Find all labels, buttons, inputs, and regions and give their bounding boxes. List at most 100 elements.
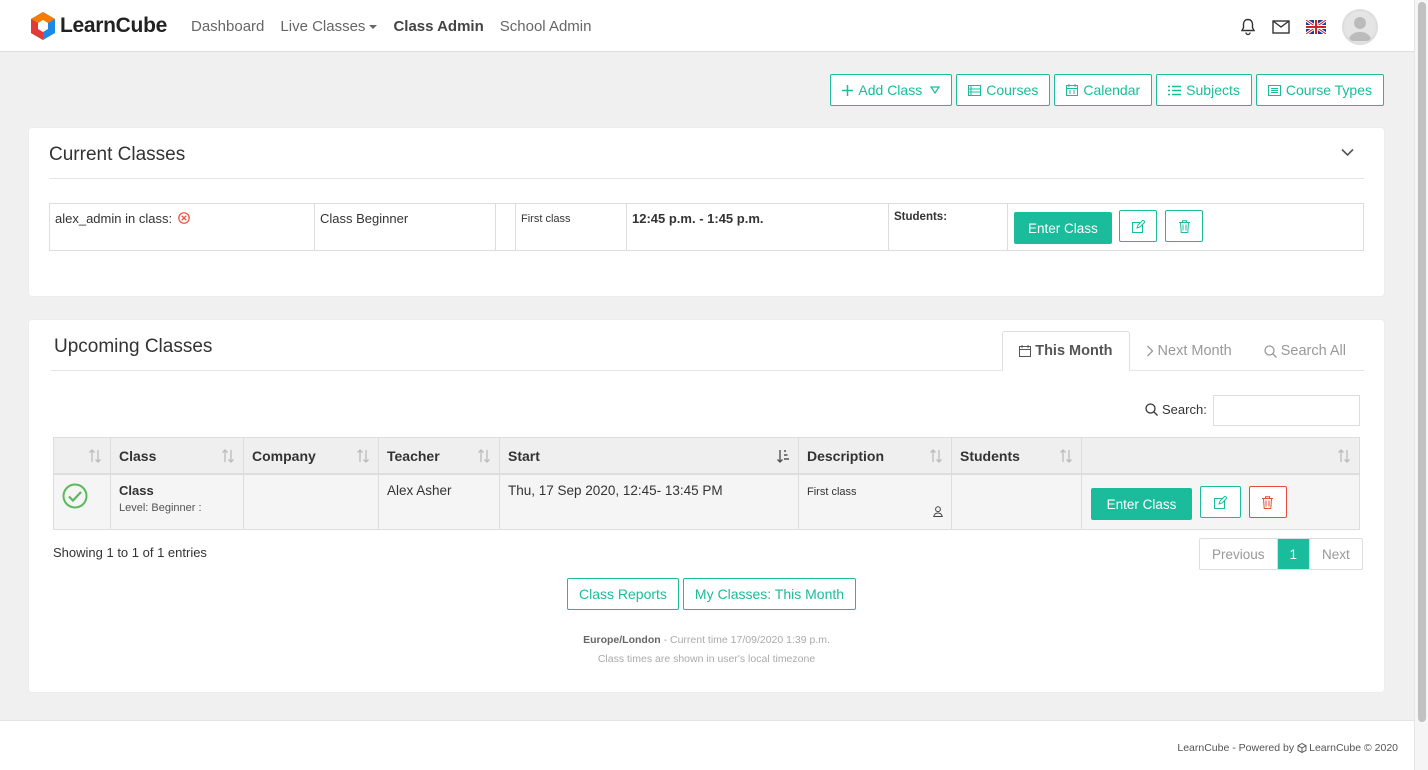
uk-flag-icon[interactable] <box>1306 20 1326 34</box>
check-circle-icon <box>62 483 88 509</box>
column-header-status[interactable] <box>54 438 111 473</box>
column-header-class-label: Class <box>119 447 157 464</box>
caret-down-icon <box>930 86 941 94</box>
top-navbar: LearnCube Dashboard Live Classes Class A… <box>0 0 1414 52</box>
status-cell <box>54 475 111 529</box>
subjects-label: Subjects <box>1186 82 1240 98</box>
class-reports-button[interactable]: Class Reports <box>567 578 679 610</box>
table-search-label: Search: <box>1145 402 1207 417</box>
teacher-cell: Alex Asher <box>379 475 500 529</box>
column-header-teacher[interactable]: Teacher <box>379 438 500 473</box>
enter-class-button[interactable]: Enter Class <box>1014 212 1112 244</box>
list-icon <box>1168 85 1182 95</box>
column-header-description[interactable]: Description <box>799 438 952 473</box>
tab-next-month[interactable]: Next Month <box>1130 331 1248 371</box>
page-scrollbar[interactable] <box>1414 0 1428 770</box>
nav-live-classes[interactable]: Live Classes <box>280 18 378 35</box>
plus-icon <box>842 84 854 96</box>
delete-button[interactable] <box>1165 210 1204 242</box>
chevron-down-icon[interactable] <box>1341 148 1354 157</box>
column-header-students[interactable]: Students <box>952 438 1082 473</box>
mail-icon[interactable] <box>1272 20 1290 34</box>
admin-toolbar: Add Class Courses Calendar Subjects Cour… <box>826 74 1384 106</box>
pagination-page-1[interactable]: 1 <box>1277 539 1311 569</box>
sort-icon <box>1338 449 1350 463</box>
cube-icon <box>1297 743 1307 753</box>
search-icon <box>1264 344 1277 358</box>
delete-button[interactable] <box>1248 486 1287 518</box>
calendar-icon <box>1066 84 1079 96</box>
user-avatar[interactable] <box>1342 9 1378 45</box>
footer-prefix: LearnCube - Powered by <box>1177 742 1295 754</box>
pagination-previous[interactable]: Previous <box>1200 539 1278 569</box>
pagination-next[interactable]: Next <box>1310 539 1362 569</box>
sort-icon <box>1060 449 1072 463</box>
column-header-company[interactable]: Company <box>244 438 379 473</box>
courses-button[interactable]: Courses <box>956 74 1051 106</box>
add-class-button[interactable]: Add Class <box>830 74 953 106</box>
edit-button[interactable] <box>1199 486 1241 518</box>
nav-live-classes-label: Live Classes <box>280 18 366 35</box>
sort-ascending-icon <box>777 450 789 463</box>
bell-icon[interactable] <box>1240 18 1256 36</box>
brand[interactable]: LearnCube <box>30 11 167 41</box>
tab-this-month[interactable]: This Month <box>1002 331 1130 371</box>
company-cell <box>244 475 379 529</box>
page-footer: LearnCube - Powered by LearnCube © 2020 <box>0 720 1414 770</box>
current-description: First class <box>516 204 627 250</box>
table-search-input[interactable] <box>1213 395 1360 426</box>
edit-icon <box>1213 495 1227 509</box>
column-header-class[interactable]: Class <box>111 438 244 473</box>
table-row: Class Level: Beginner : Alex Asher Thu, … <box>54 475 1359 529</box>
enter-class-button[interactable]: Enter Class <box>1091 488 1192 520</box>
timezone-note: Class times are shown in user's local ti… <box>597 653 816 665</box>
current-students-label: Students: <box>889 204 1008 250</box>
current-actions-cell: Enter Class <box>1008 204 1363 250</box>
class-name: Class <box>119 483 154 498</box>
search-label-text: Search: <box>1162 402 1207 417</box>
edit-button[interactable] <box>1119 210 1158 242</box>
sort-icon <box>930 449 942 463</box>
tab-next-month-label: Next Month <box>1157 343 1232 359</box>
tab-search-all[interactable]: Search All <box>1248 331 1362 371</box>
sort-icon <box>222 449 234 463</box>
remove-circle-icon[interactable] <box>177 212 190 224</box>
actions-cell: Enter Class <box>1082 475 1359 529</box>
nav-school-admin[interactable]: School Admin <box>500 18 592 35</box>
column-header-actions[interactable] <box>1082 438 1359 473</box>
subjects-button[interactable]: Subjects <box>1156 74 1252 106</box>
column-header-description-label: Description <box>807 447 885 464</box>
current-user-cell: alex_admin in class: <box>50 204 315 250</box>
timezone-info: Europe/London - Current time 17/09/2020 … <box>29 634 1384 646</box>
my-classes-button[interactable]: My Classes: This Month <box>682 578 857 610</box>
sort-icon <box>89 449 101 463</box>
column-header-company-label: Company <box>252 447 316 464</box>
current-class-name: Class Beginner <box>315 204 496 250</box>
current-user-text: alex_admin in class: <box>55 211 173 226</box>
user-icon <box>933 506 943 517</box>
calendar-icon <box>1019 345 1032 357</box>
course-types-button[interactable]: Course Types <box>1255 74 1384 106</box>
calendar-label: Calendar <box>1083 82 1141 98</box>
current-classes-title: Current Classes <box>49 144 186 165</box>
description-cell: First class <box>799 475 952 529</box>
nav-class-admin[interactable]: Class Admin <box>393 18 483 35</box>
table-header: Class Company Teacher Start Description … <box>54 438 1359 475</box>
chevron-down-icon <box>369 25 378 30</box>
upcoming-classes-panel: Upcoming Classes This Month Next Month S… <box>29 320 1384 692</box>
current-extra-cell <box>496 204 516 250</box>
sort-icon <box>478 449 490 463</box>
trash-icon <box>1262 495 1274 509</box>
list-alt-icon <box>1267 84 1281 96</box>
class-cell: Class Level: Beginner : <box>111 475 244 529</box>
calendar-button[interactable]: Calendar <box>1054 74 1153 106</box>
scroll-thumb[interactable] <box>1418 2 1426 722</box>
column-header-start[interactable]: Start <box>500 438 799 473</box>
nav-dashboard[interactable]: Dashboard <box>191 18 264 35</box>
column-header-teacher-label: Teacher <box>387 447 440 464</box>
list-box-icon <box>968 84 982 96</box>
sort-icon <box>357 449 369 463</box>
footer-brand[interactable]: LearnCube © 2020 <box>1309 742 1398 754</box>
students-cell <box>952 475 1082 529</box>
column-header-start-label: Start <box>508 447 540 464</box>
